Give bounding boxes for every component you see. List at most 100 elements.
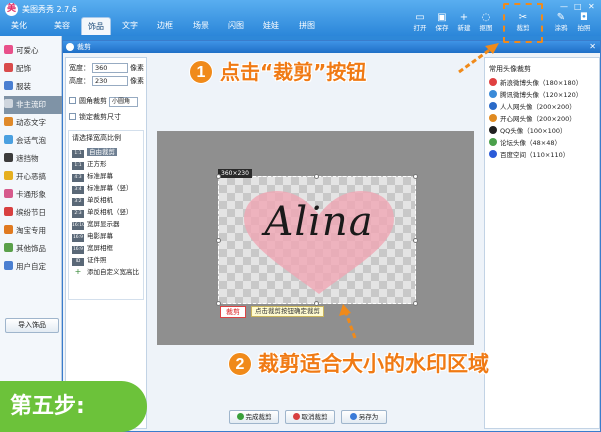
ratio-item[interactable]: 16:9 宽屏相框: [72, 243, 113, 254]
ratio-icon: ID: [72, 258, 84, 266]
step1-badge: 1: [189, 60, 213, 84]
tencent-weibo-icon: [489, 90, 497, 98]
ratio-icon: 4:3: [72, 174, 84, 182]
cancel-crop-button[interactable]: 取消裁剪: [285, 410, 335, 424]
save-as-button[interactable]: 另存为: [341, 410, 387, 424]
category-item[interactable]: 非主流印: [4, 96, 62, 114]
crop-handle[interactable]: [216, 238, 221, 243]
camera-button[interactable]: ◘ 拍照: [573, 12, 595, 33]
open-button[interactable]: ▭ 打开: [409, 12, 431, 33]
new-button[interactable]: + 新建: [453, 12, 475, 33]
preset-item[interactable]: 人人网头像（200×200）: [489, 102, 576, 113]
forum-icon: [489, 138, 497, 146]
category-item[interactable]: 淘宝专用: [4, 222, 62, 240]
category-item[interactable]: 开心恶搞: [4, 168, 62, 186]
new-icon: +: [459, 12, 469, 23]
qq-icon: [489, 126, 497, 134]
ratio-item[interactable]: 1:1 正方形: [72, 159, 107, 170]
category-item[interactable]: 缤纷节日: [4, 204, 62, 222]
crop-settings-panel: 宽度： 360 像素 高度： 230 像素 圆角裁剪 小圆角 锁定裁剪尺寸 请选择宽高比例…: [65, 57, 147, 429]
import-accessory-button[interactable]: 导入饰品: [5, 318, 59, 333]
stamp-icon: [4, 99, 13, 108]
preset-item[interactable]: 开心网头像（200×200）: [489, 114, 576, 125]
baidu-icon: [489, 150, 497, 158]
tab-beauty[interactable]: 美容: [47, 17, 77, 35]
category-item[interactable]: 可爱心: [4, 42, 62, 60]
lock-size-checkbox[interactable]: [69, 113, 76, 120]
crop-handle[interactable]: [314, 174, 319, 179]
ratio-item[interactable]: 16:10 宽屏显示器: [72, 219, 120, 230]
tab-collage[interactable]: 拼图: [292, 17, 322, 35]
ratio-icon: 1:1: [72, 162, 84, 170]
category-item[interactable]: 会话气泡: [4, 132, 62, 150]
renren-icon: [489, 102, 497, 110]
category-item[interactable]: 用户自定: [4, 258, 62, 276]
step2-arrow-icon: [339, 304, 357, 339]
cutout-button[interactable]: ◌ 抠图: [475, 12, 497, 33]
ratio-item[interactable]: 1:1 自由裁剪: [72, 147, 117, 158]
dialog-close-icon[interactable]: ✕: [589, 41, 596, 53]
ratio-icon: 16:10: [72, 222, 85, 230]
tab-flash[interactable]: 闪图: [221, 17, 251, 35]
app-logo-icon: [66, 43, 74, 51]
crop-handle[interactable]: [413, 238, 418, 243]
save-button[interactable]: ▣ 保存: [431, 12, 453, 33]
preset-item[interactable]: 论坛头像（48×48）: [489, 138, 561, 149]
ratio-item[interactable]: 3:2 单反相机: [72, 195, 113, 206]
crop-apply-button[interactable]: 裁剪: [220, 306, 246, 318]
tab-text[interactable]: 文字: [115, 17, 145, 35]
avatar-preset-panel: 常用头像裁剪 新浪微博头像（180×180） 腾讯微博头像（120×120） 人…: [484, 57, 600, 429]
category-item[interactable]: 卡通形象: [4, 186, 62, 204]
minimize-icon[interactable]: —: [560, 2, 568, 11]
ratio-item[interactable]: 16:9 电影屏幕: [72, 231, 113, 242]
category-item[interactable]: 动态文字: [4, 114, 62, 132]
taobao-icon: [4, 225, 13, 234]
cutout-icon: ◌: [481, 12, 491, 23]
watermark-text: Alina: [264, 199, 374, 245]
preset-item[interactable]: 腾讯微博头像（120×120）: [489, 90, 582, 101]
crop-handle[interactable]: [413, 301, 418, 306]
tab-doll[interactable]: 娃娃: [256, 17, 286, 35]
ratio-item[interactable]: 3:4 标准屏幕（竖）: [72, 183, 133, 194]
tab-beautify[interactable]: 美化: [4, 17, 34, 35]
cancel-icon: [292, 413, 300, 420]
step1-annotation: 点击“裁剪”按钮: [220, 60, 367, 84]
text-icon: [4, 117, 13, 126]
ratio-icon: 3:4: [72, 186, 84, 194]
tab-scene[interactable]: 场景: [186, 17, 216, 35]
tab-frame[interactable]: 边框: [150, 17, 180, 35]
camera-icon: ◘: [580, 12, 588, 23]
preset-item[interactable]: 百度空间（110×110）: [489, 150, 569, 161]
close-icon[interactable]: ✕: [588, 2, 595, 11]
app-logo-icon: 美: [5, 3, 18, 16]
ratio-item[interactable]: 2:3 单反相机（竖）: [72, 207, 133, 218]
other-icon: [4, 243, 13, 252]
width-input[interactable]: 360: [92, 63, 128, 73]
category-item[interactable]: 遮挡物: [4, 150, 62, 168]
bow-icon: [4, 63, 13, 72]
dialog-title: 裁剪: [77, 43, 91, 51]
category-item[interactable]: 服装: [4, 78, 62, 96]
preset-item[interactable]: QQ头像（100×100）: [489, 126, 567, 137]
finish-crop-button[interactable]: 完成裁剪: [229, 410, 279, 424]
ratio-list: 请选择宽高比例 1:1 自由裁剪 1:1 正方形 4:3 标准屏幕 3:4 标准屏幕（竖…: [68, 130, 144, 300]
preset-item[interactable]: 新浪微博头像（180×180）: [489, 78, 582, 89]
category-item[interactable]: 配饰: [4, 60, 62, 78]
category-sidebar: 可爱心 配饰 服装 非主流印 动态文字 会话气泡 遮挡物 开心恶搞 卡通形象 缤…: [0, 36, 62, 432]
height-input[interactable]: 230: [92, 76, 128, 86]
step-label: 第五步:: [0, 381, 147, 432]
add-custom-ratio-item[interactable]: + 添加自定义宽高比: [72, 267, 139, 278]
tab-accessories[interactable]: 饰品: [81, 17, 111, 35]
ratio-icon: 3:2: [72, 198, 84, 206]
ratio-item[interactable]: 4:3 标准屏幕: [72, 171, 113, 182]
round-corner-checkbox[interactable]: [69, 97, 76, 104]
round-corner-select[interactable]: 小圆角: [109, 97, 138, 107]
image-canvas[interactable]: Alina 360×230 裁剪 点击裁剪按钮确定裁剪: [157, 131, 474, 345]
category-item[interactable]: 其他饰品: [4, 240, 62, 258]
crop-handle[interactable]: [413, 174, 418, 179]
crop-selection[interactable]: Alina: [218, 176, 416, 304]
doodle-button[interactable]: ✎ 涂鸦: [550, 12, 572, 33]
ratio-item[interactable]: ID 证件照: [72, 255, 107, 266]
maximize-icon[interactable]: □: [574, 2, 582, 11]
crop-handle[interactable]: [216, 174, 221, 179]
